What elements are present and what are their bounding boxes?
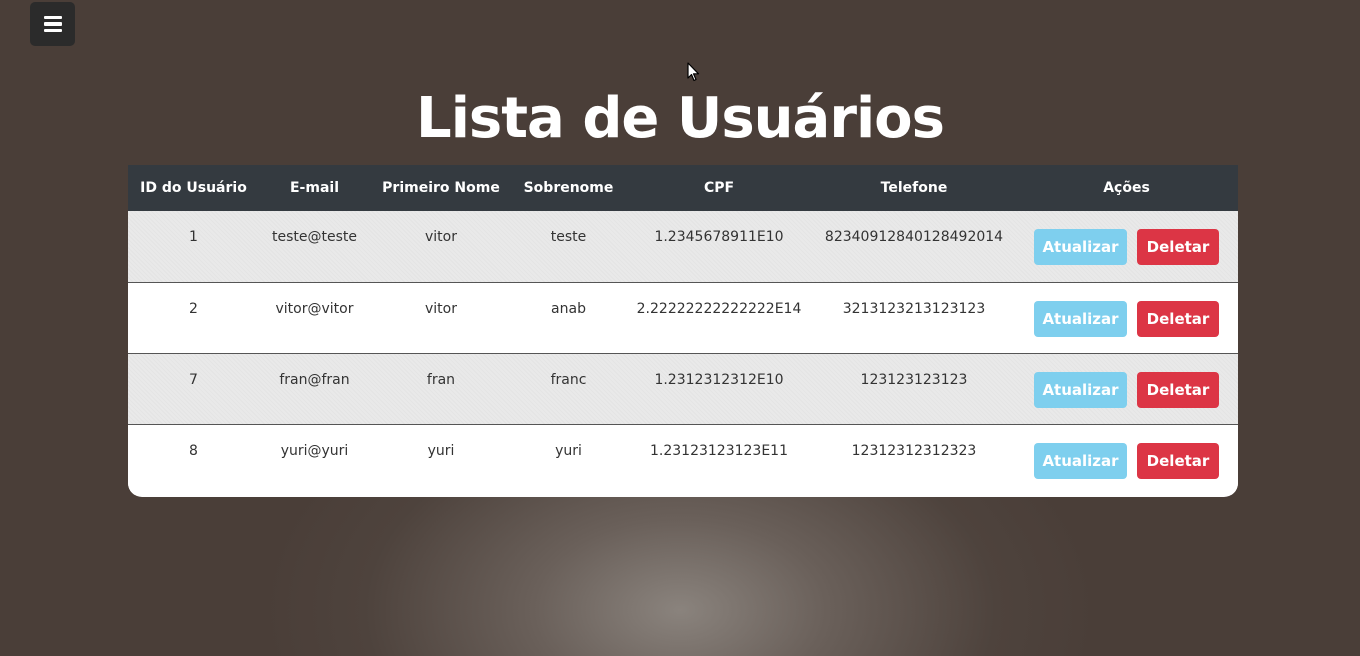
cell-last-name: franc [512,352,625,424]
column-header-phone: Telefone [880,180,948,196]
cell-phone: 12312312312323 [813,423,1015,495]
cell-id: 2 [128,281,259,353]
update-button[interactable]: Atualizar [1034,300,1127,337]
table-row: 8 yuri@yuri yuri yuri 1.23123123123E11 1… [128,423,1238,495]
column-header-actions: Ações [1103,180,1150,196]
cell-cpf: 1.2345678911E10 [654,229,784,245]
table-row: 1 teste@teste vitor teste 1.2345678911E1… [128,211,1238,282]
cell-id: 1 [189,229,198,245]
cell-actions: Atualizar Deletar [1015,423,1238,495]
delete-button[interactable]: Deletar [1137,300,1219,337]
table-row: 2 vitor@vitor vitor anab 2.2222222222222… [128,281,1238,353]
cell-last-name: anab [512,281,625,353]
update-button[interactable]: Atualizar [1034,229,1127,265]
cell-phone: 123123123123 [813,352,1015,424]
cell-cpf: 1.23123123123E11 [625,423,813,495]
column-header-id: ID do Usuário [140,180,247,196]
delete-button[interactable]: Deletar [1137,229,1219,265]
cell-id: 8 [128,423,259,495]
cell-first-name: yuri [370,423,512,495]
cell-phone: 82340912840128492014 [824,229,1004,245]
column-header-last-name: Sobrenome [523,180,614,196]
mouse-cursor-icon [687,62,700,82]
cell-phone: 3213123213123123 [813,281,1015,353]
cell-actions: Atualizar Deletar [1015,352,1238,424]
cell-actions: Atualizar Deletar [1015,211,1238,282]
cell-first-name: vitor [370,281,512,353]
cell-cpf: 1.2312312312E10 [625,352,813,424]
update-button[interactable]: Atualizar [1034,442,1127,479]
cell-email: vitor@vitor [259,281,370,353]
cell-actions: Atualizar Deletar [1015,281,1238,353]
column-header-email: E-mail [289,180,339,196]
cell-email: teste@teste [272,229,357,245]
table-header-row: ID do Usuário E-mail Primeiro Nome Sobre… [128,165,1238,211]
cell-last-name: yuri [512,423,625,495]
hamburger-menu-icon [43,15,62,33]
cell-first-name: vitor [425,229,457,245]
update-button[interactable]: Atualizar [1034,371,1127,408]
delete-button[interactable]: Deletar [1137,442,1219,479]
users-table: ID do Usuário E-mail Primeiro Nome Sobre… [128,165,1238,497]
cell-cpf: 2.22222222222222E14 [625,281,813,353]
cell-email: yuri@yuri [259,423,370,495]
cell-first-name: fran [370,352,512,424]
menu-button[interactable] [30,2,75,46]
cell-last-name: teste [550,229,587,245]
column-header-cpf: CPF [703,180,735,196]
page-title: Lista de Usuários [416,86,945,151]
table-row: 7 fran@fran fran franc 1.2312312312E10 1… [128,352,1238,424]
cell-email: fran@fran [259,352,370,424]
cell-id: 7 [128,352,259,424]
delete-button[interactable]: Deletar [1137,371,1219,408]
column-header-first-name: Primeiro Nome [382,180,500,196]
